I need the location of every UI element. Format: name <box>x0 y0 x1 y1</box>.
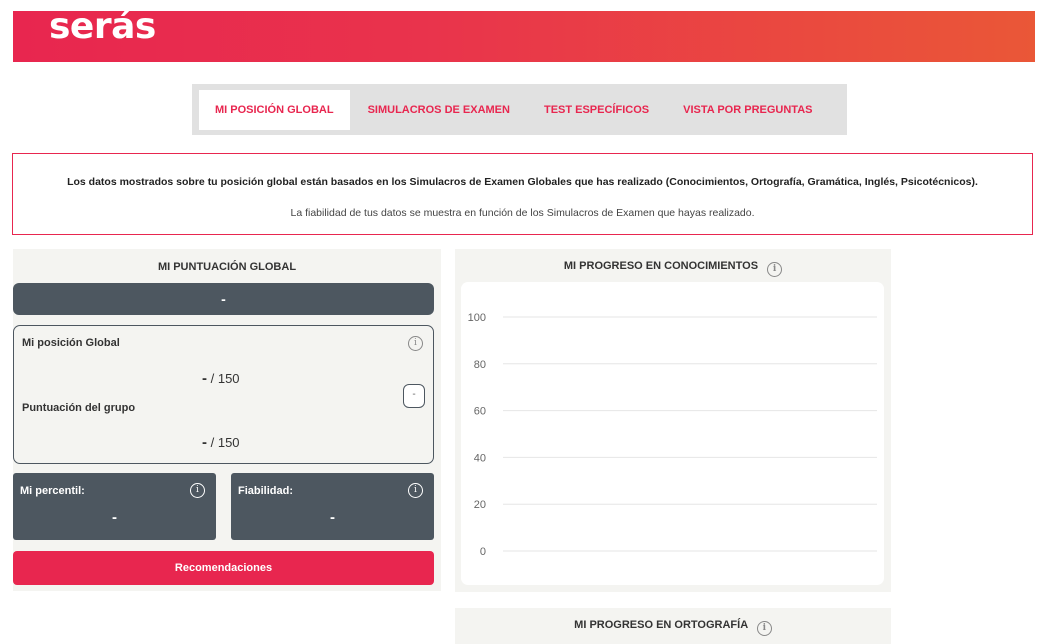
position-label: Mi posición Global <box>22 337 120 349</box>
info-icon[interactable]: i <box>408 483 423 498</box>
y-tick-label: 60 <box>474 406 486 418</box>
info-icon[interactable]: i <box>767 262 783 277</box>
group-score-current: - <box>202 434 207 451</box>
group-score-label: Puntuación del grupo <box>22 402 136 414</box>
knowledge-progress-title-text: MI PROGRESO EN CONOCIMIENTOS <box>563 260 759 272</box>
tab-mi-posicion-global[interactable]: MI POSICIÓN GLOBAL <box>199 89 350 130</box>
knowledge-progress-title: MI PROGRESO EN CONOCIMIENTOS i <box>455 260 891 277</box>
percentile-card: Mi percentil: i - <box>13 473 216 540</box>
tab-simulacros-de-examen[interactable]: SIMULACROS DE EXAMEN <box>352 90 526 130</box>
y-tick-label: 20 <box>474 499 486 511</box>
position-max: / 150 <box>210 371 240 386</box>
position-current: - <box>202 370 207 387</box>
reliability-label: Fiabilidad: <box>238 485 293 497</box>
tab-vista-por-preguntas[interactable]: VISTA POR PREGUNTAS <box>667 90 828 130</box>
position-box: Mi posición Global i - / 150 - Puntuació… <box>13 325 434 464</box>
info-notice: Los datos mostrados sobre tu posición gl… <box>12 153 1033 235</box>
group-score-max: / 150 <box>210 435 240 450</box>
tab-test-especificos[interactable]: TEST ESPECÍFICOS <box>528 90 665 130</box>
percentile-label: Mi percentil: <box>20 485 85 497</box>
info-text-secondary: La fiabilidad de tus datos se muestra en… <box>290 207 755 219</box>
y-tick-label: 0 <box>480 546 486 558</box>
percentile-value: - <box>112 509 117 526</box>
knowledge-progress-panel: MI PROGRESO EN CONOCIMIENTOS i 100 80 60 40… <box>455 249 891 592</box>
knowledge-progress-chart: 100 80 60 40 20 0 <box>461 282 884 585</box>
position-value: - / 150 <box>202 370 240 387</box>
info-icon[interactable]: i <box>190 483 205 498</box>
global-score-title: MI PUNTUACIÓN GLOBAL <box>157 261 297 273</box>
info-icon[interactable]: i <box>408 336 423 351</box>
spelling-progress-title-text: MI PROGRESO EN ORTOGRAFÍA <box>574 619 748 631</box>
line-chart: 100 80 60 40 20 0 <box>468 312 877 558</box>
y-tick-label: 100 <box>468 312 486 324</box>
y-tick-label: 80 <box>474 359 486 371</box>
info-text-primary: Los datos mostrados sobre tu posición gl… <box>67 176 978 188</box>
y-tick-label: 40 <box>474 452 486 464</box>
global-score-value: - <box>13 283 434 315</box>
toggle-button[interactable]: - <box>403 384 425 408</box>
info-icon[interactable]: i <box>756 621 772 636</box>
reliability-value: - <box>330 509 335 526</box>
tab-bar: MI POSICIÓN GLOBAL SIMULACROS DE EXAMEN … <box>192 84 847 135</box>
logo[interactable]: serás <box>49 7 156 47</box>
spelling-progress-title: MI PROGRESO EN ORTOGRAFÍA i <box>455 619 891 636</box>
recommendations-button[interactable]: Recomendaciones <box>13 551 434 585</box>
spelling-progress-panel: MI PROGRESO EN ORTOGRAFÍA i <box>455 608 891 644</box>
group-score-value: - / 150 <box>202 434 240 451</box>
reliability-card: Fiabilidad: i - <box>231 473 434 540</box>
header-bar: serás <box>13 7 1035 62</box>
global-score-panel: MI PUNTUACIÓN GLOBAL - Mi posición Globa… <box>13 249 441 591</box>
